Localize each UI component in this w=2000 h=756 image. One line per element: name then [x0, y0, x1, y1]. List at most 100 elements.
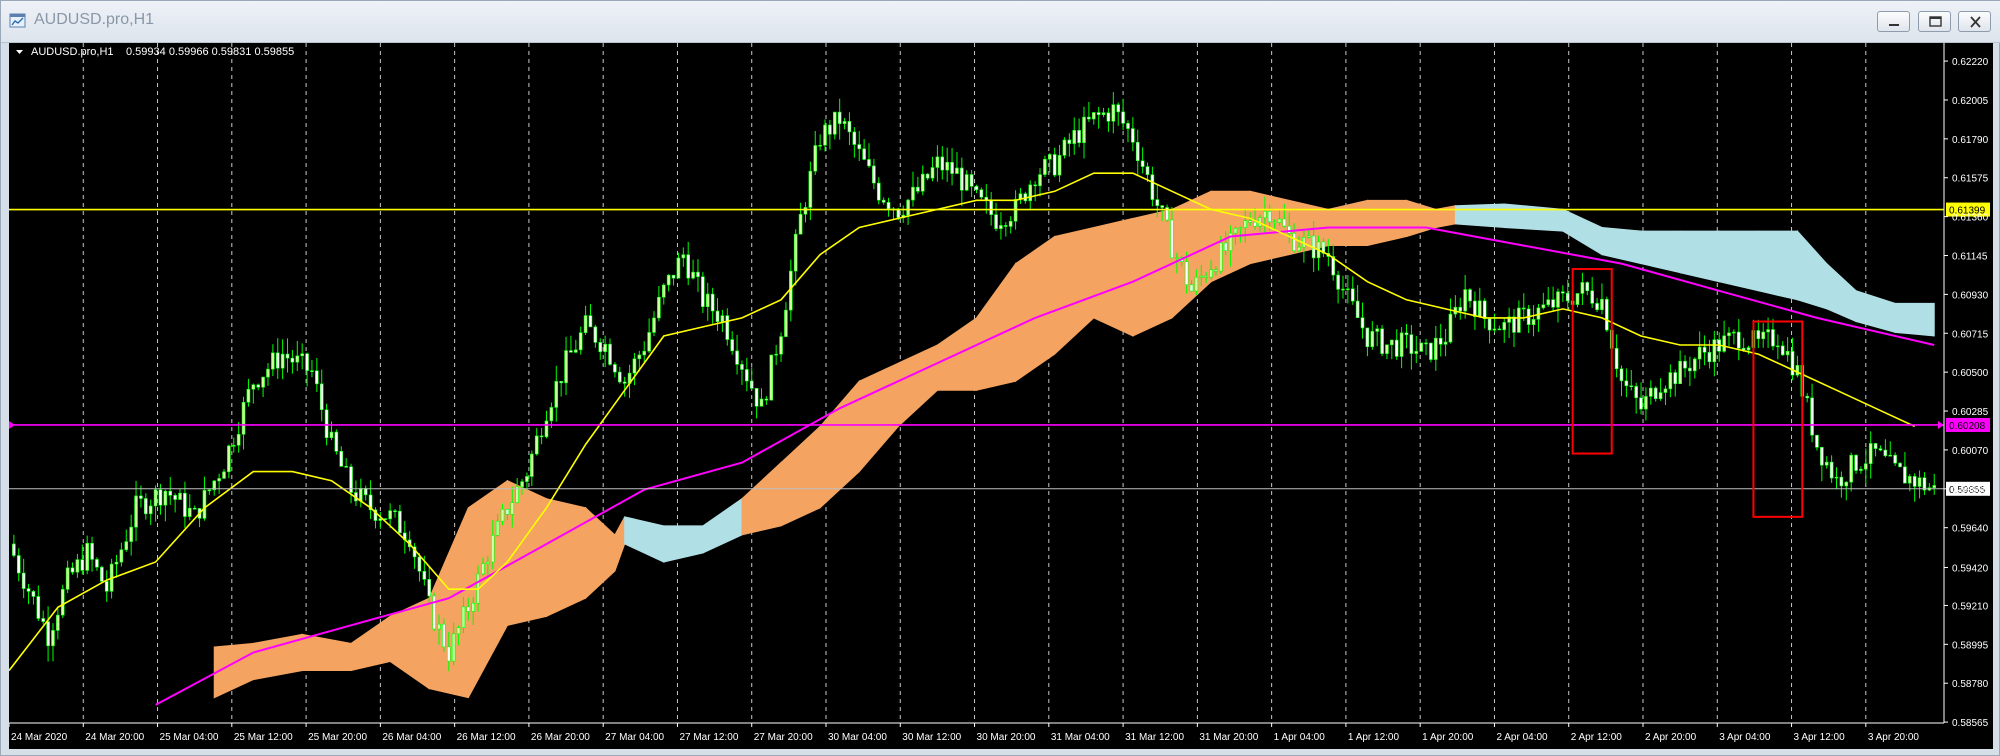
ohlc-values: 0.59934 0.59966 0.59831 0.59855 — [126, 46, 294, 58]
candle-body — [994, 214, 998, 229]
candle-body — [1732, 331, 1736, 334]
candle-body — [1463, 289, 1467, 312]
cloud-segment — [741, 461, 782, 536]
cloud-segment — [858, 362, 899, 473]
candle-body — [1531, 319, 1536, 325]
candle-body — [872, 165, 876, 184]
price-tick-label: 0.60070 — [1952, 446, 1989, 457]
price-tick-label: 0.58780 — [1952, 679, 1989, 690]
candle-body — [1272, 221, 1277, 224]
candle-body — [1297, 246, 1301, 252]
candle-body — [1600, 298, 1604, 311]
candle-body — [1355, 300, 1360, 318]
candle-body — [530, 453, 534, 477]
price-tick-label: 0.61575 — [1952, 174, 1989, 185]
collapse-triangle-icon[interactable] — [16, 50, 23, 54]
candle-body — [1477, 300, 1482, 317]
title-bar[interactable]: AUDUSD.pro,H1 — [1, 1, 2000, 43]
candle-body — [1898, 462, 1902, 468]
candle-body — [583, 315, 588, 333]
candle-body — [1052, 154, 1057, 176]
candle-body — [745, 369, 749, 382]
price-chart[interactable]: 0.613990.602080.59855 0.622200.620050.61… — [9, 43, 1993, 749]
candle-body — [1121, 111, 1125, 124]
candle-body — [21, 572, 26, 589]
candle-body — [1561, 291, 1565, 294]
candle-body — [1438, 337, 1443, 345]
candle-body — [1702, 346, 1707, 353]
candle-body — [1517, 307, 1521, 333]
candle-body — [647, 332, 651, 352]
cloud-segment — [702, 497, 743, 554]
candle-body — [916, 186, 920, 192]
candle-body — [310, 370, 314, 372]
time-tick-label: 3 Apr 12:00 — [1794, 732, 1846, 743]
time-tick-label: 25 Mar 12:00 — [234, 732, 293, 743]
chart-area[interactable]: 0.61399 0.60208 0.59855 0.62220 0.62005 0.61… — [9, 43, 1993, 749]
maximize-button[interactable] — [1918, 11, 1951, 32]
candle-body — [705, 293, 710, 307]
candle-body — [867, 159, 871, 167]
candle-body — [999, 225, 1003, 229]
candle-body — [940, 156, 945, 171]
candle-body — [1409, 334, 1414, 354]
candle-body — [564, 350, 568, 384]
candle-body — [442, 623, 446, 648]
cloud-segment — [1562, 208, 1603, 256]
candle-body — [1839, 476, 1844, 487]
candle-body — [1096, 112, 1101, 115]
candle-body — [574, 349, 578, 353]
close-button[interactable] — [1958, 11, 1991, 32]
candle-body — [1663, 388, 1668, 393]
candle-body — [1091, 112, 1096, 120]
candle-body — [701, 276, 705, 307]
candle-body — [339, 451, 344, 467]
candle-body — [1150, 174, 1155, 200]
candle-body — [104, 581, 109, 592]
time-tick-label: 24 Mar 20:00 — [85, 732, 144, 743]
candle-body — [1360, 317, 1365, 329]
candle-body — [1673, 372, 1678, 385]
candle-body — [1448, 313, 1453, 343]
candle-body — [652, 317, 656, 333]
time-tick-label: 27 Mar 12:00 — [679, 732, 738, 743]
candle-body — [178, 492, 182, 500]
candle-body — [1404, 332, 1409, 335]
candle-body — [1805, 396, 1809, 399]
candle-body — [393, 510, 397, 513]
candle-body — [1580, 282, 1585, 294]
candle-body — [1497, 328, 1502, 331]
time-tick-label: 26 Mar 04:00 — [382, 732, 441, 743]
candle-body — [1175, 257, 1179, 259]
candle-body — [1219, 242, 1223, 272]
cloud-segment — [301, 633, 352, 672]
candle-body — [398, 510, 402, 534]
candle-body — [119, 549, 124, 563]
candle-body — [974, 186, 979, 191]
candle-body — [1277, 218, 1282, 223]
cloud-segment — [1757, 230, 1798, 301]
candle-body — [920, 173, 925, 192]
candle-body — [1878, 448, 1883, 451]
candle-body — [554, 381, 559, 408]
candle-body — [417, 556, 422, 572]
time-tick-label: 3 Apr 20:00 — [1868, 732, 1920, 743]
candle-body — [1521, 307, 1526, 310]
candle-body — [334, 431, 339, 452]
time-tick-label: 2 Apr 04:00 — [1496, 732, 1548, 743]
candle-body — [295, 355, 300, 363]
candle-body — [241, 401, 246, 435]
candle-body — [202, 490, 207, 519]
price-tick-label: 0.59420 — [1952, 563, 1989, 574]
candle-body — [1590, 290, 1594, 304]
minimize-button[interactable] — [1877, 11, 1910, 32]
candle-body — [1468, 289, 1472, 302]
candle-body — [520, 481, 524, 488]
candle-body — [1829, 461, 1834, 479]
candle-body — [969, 174, 974, 187]
cloud-segment — [1679, 230, 1720, 283]
candle-body — [70, 567, 75, 573]
candle-body — [578, 332, 583, 351]
candle-body — [1697, 346, 1702, 360]
candle-body — [1722, 335, 1726, 352]
